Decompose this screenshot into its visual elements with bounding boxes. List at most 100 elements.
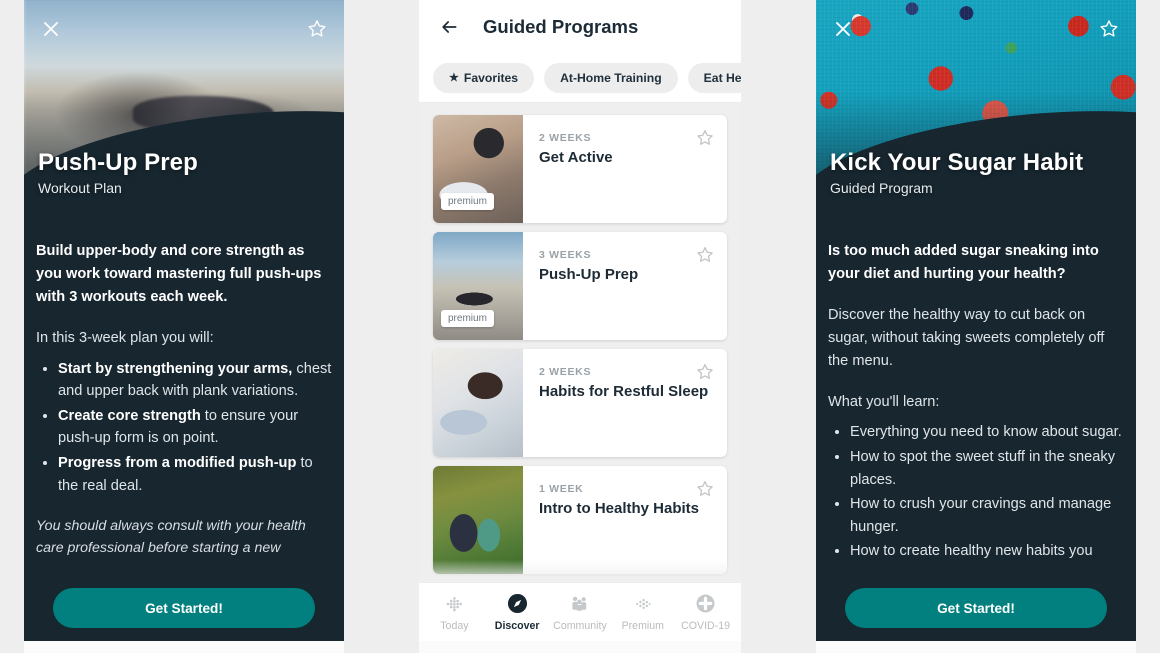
list-item[interactable]: 1 WEEK Intro to Healthy Habits — [433, 466, 727, 574]
tab-covid-19[interactable]: COVID-19 — [675, 593, 737, 632]
tab-label: COVID-19 — [681, 619, 731, 632]
app-bar: Guided Programs — [419, 0, 741, 54]
sparkle-dot-icon — [632, 593, 654, 615]
star-outline-icon[interactable] — [695, 479, 715, 499]
program-title: Get Active — [539, 149, 613, 166]
program-duration: 2 WEEKS — [539, 366, 592, 378]
dot-grid-icon — [443, 593, 465, 615]
close-icon[interactable] — [36, 14, 66, 44]
intro-text: In this 3-week plan you will: — [36, 329, 214, 346]
cta-container: Get Started! — [24, 575, 344, 641]
program-card-list: premium 2 WEEKS Get Active premium 3 WEE… — [419, 103, 741, 582]
learn-list: Everything you need to know about sugar.… — [828, 421, 1124, 563]
tab-community[interactable]: Community — [549, 593, 611, 632]
hero-subtitle: Workout Plan — [38, 180, 122, 196]
kick-your-sugar-habit-detail-panel: Kick Your Sugar Habit Guided Program Is … — [816, 0, 1136, 641]
lede-text: Build upper-body and core strength as yo… — [36, 243, 322, 305]
list-item: Progress from a modified push-up to the … — [58, 452, 332, 497]
star-outline-icon[interactable] — [1094, 14, 1124, 44]
next-row-item — [24, 641, 344, 653]
list-item: Everything you need to know about sugar. — [850, 421, 1124, 444]
star-filled-icon: ★ — [449, 71, 459, 84]
benefit-list: Start by strengthening your arms, chest … — [36, 358, 332, 498]
compass-icon — [506, 593, 528, 615]
list-item: How to crush your cravings and manage hu… — [850, 493, 1124, 538]
program-duration: 2 WEEKS — [539, 132, 592, 144]
list-item[interactable]: premium 2 WEEKS Get Active — [433, 115, 727, 223]
list-item-bold: Create core strength — [58, 407, 201, 424]
list-item-bold: Start by strengthening your arms, — [58, 360, 293, 377]
cta-container: Get Started! — [816, 575, 1136, 641]
premium-badge: premium — [441, 310, 494, 327]
tab-label: Discover — [494, 619, 540, 632]
guided-programs-app: Guided Programs ★ Favorites At-Home Trai… — [419, 0, 741, 641]
guided-programs-list-panel: Guided Programs ★ Favorites At-Home Trai… — [419, 0, 741, 641]
star-outline-icon[interactable] — [695, 128, 715, 148]
list-item: Start by strengthening your arms, chest … — [58, 358, 332, 403]
next-row-item — [419, 641, 741, 653]
hero-text: Kick Your Sugar Habit Guided Program — [830, 149, 1083, 196]
tab-premium[interactable]: Premium — [612, 593, 674, 632]
list-item-bold: Progress from a modified push-up — [58, 455, 297, 472]
get-started-button[interactable]: Get Started! — [845, 588, 1107, 628]
program-duration: 3 WEEKS — [539, 249, 592, 261]
hero-header: Kick Your Sugar Habit Guided Program — [816, 0, 1136, 218]
arrow-left-icon[interactable] — [435, 13, 463, 41]
chip-eat-healthy[interactable]: Eat Healthy — [687, 63, 741, 93]
program-thumbnail — [433, 466, 523, 574]
chip-label: At-Home Training — [560, 71, 662, 85]
medical-plus-icon — [695, 593, 717, 615]
filter-chip-bar[interactable]: ★ Favorites At-Home Training Eat Healthy — [419, 54, 741, 103]
program-title: Habits for Restful Sleep — [539, 383, 709, 400]
page-title: Kick Your Sugar Habit — [830, 148, 1084, 176]
tab-today[interactable]: Today — [423, 593, 485, 632]
list-item[interactable]: premium 3 WEEKS Push-Up Prep — [433, 232, 727, 340]
intro-text: What you'll learn: — [828, 393, 940, 410]
close-icon[interactable] — [828, 14, 858, 44]
screenshot-root: Push-Up Prep Workout Plan Build upper-bo… — [0, 0, 1160, 653]
program-thumbnail — [433, 349, 523, 457]
program-card-body: 2 WEEKS Get Active — [523, 115, 727, 223]
program-thumbnail: premium — [433, 232, 523, 340]
program-title: Push-Up Prep — [539, 266, 639, 283]
chip-label: Favorites — [463, 71, 519, 85]
program-duration: 1 WEEK — [539, 483, 584, 495]
list-item: How to create healthy new habits you — [850, 540, 1124, 563]
body-paragraph: Discover the healthy way to cut back on … — [828, 306, 1105, 369]
get-started-button[interactable]: Get Started! — [53, 588, 315, 628]
list-item[interactable]: 2 WEEKS Habits for Restful Sleep — [433, 349, 727, 457]
page-title: Push-Up Prep — [38, 148, 198, 176]
app-bar-title: Guided Programs — [483, 16, 639, 37]
hero-text: Push-Up Prep Workout Plan — [38, 149, 198, 196]
program-detail: Push-Up Prep Workout Plan Build upper-bo… — [24, 0, 344, 641]
hero-subtitle: Guided Program — [830, 180, 933, 196]
disclaimer-text: You should always consult with your heal… — [36, 518, 306, 557]
next-row-item — [816, 641, 1136, 653]
thumbnail-image — [433, 466, 523, 574]
tab-label: Today — [440, 619, 469, 632]
people-icon — [569, 593, 591, 615]
program-detail: Kick Your Sugar Habit Guided Program Is … — [816, 0, 1136, 641]
premium-badge: premium — [441, 193, 494, 210]
chip-at-home-training[interactable]: At-Home Training — [544, 63, 678, 93]
star-outline-icon[interactable] — [302, 14, 332, 44]
list-item: Create core strength to ensure your push… — [58, 405, 332, 450]
program-title: Intro to Healthy Habits — [539, 500, 700, 517]
program-card-body: 2 WEEKS Habits for Restful Sleep — [523, 349, 727, 457]
chip-label: Eat Healthy — [703, 71, 741, 85]
star-outline-icon[interactable] — [695, 245, 715, 265]
thumbnail-image — [433, 349, 523, 457]
lede-text: Is too much added sugar sneaking into yo… — [828, 243, 1099, 282]
next-row-sliver — [0, 641, 1160, 653]
tab-label: Community — [553, 619, 607, 632]
hero-header: Push-Up Prep Workout Plan — [24, 0, 344, 218]
tab-label: Premium — [621, 619, 664, 632]
tab-discover[interactable]: Discover — [486, 593, 548, 632]
program-thumbnail: premium — [433, 115, 523, 223]
bottom-tab-bar: Today Discover Community Premium COVID-1… — [419, 582, 741, 641]
program-card-body: 3 WEEKS Push-Up Prep — [523, 232, 727, 340]
program-card-body: 1 WEEK Intro to Healthy Habits — [523, 466, 727, 574]
chip-favorites[interactable]: ★ Favorites — [433, 63, 535, 93]
push-up-prep-detail-panel: Push-Up Prep Workout Plan Build upper-bo… — [24, 0, 344, 641]
star-outline-icon[interactable] — [695, 362, 715, 382]
